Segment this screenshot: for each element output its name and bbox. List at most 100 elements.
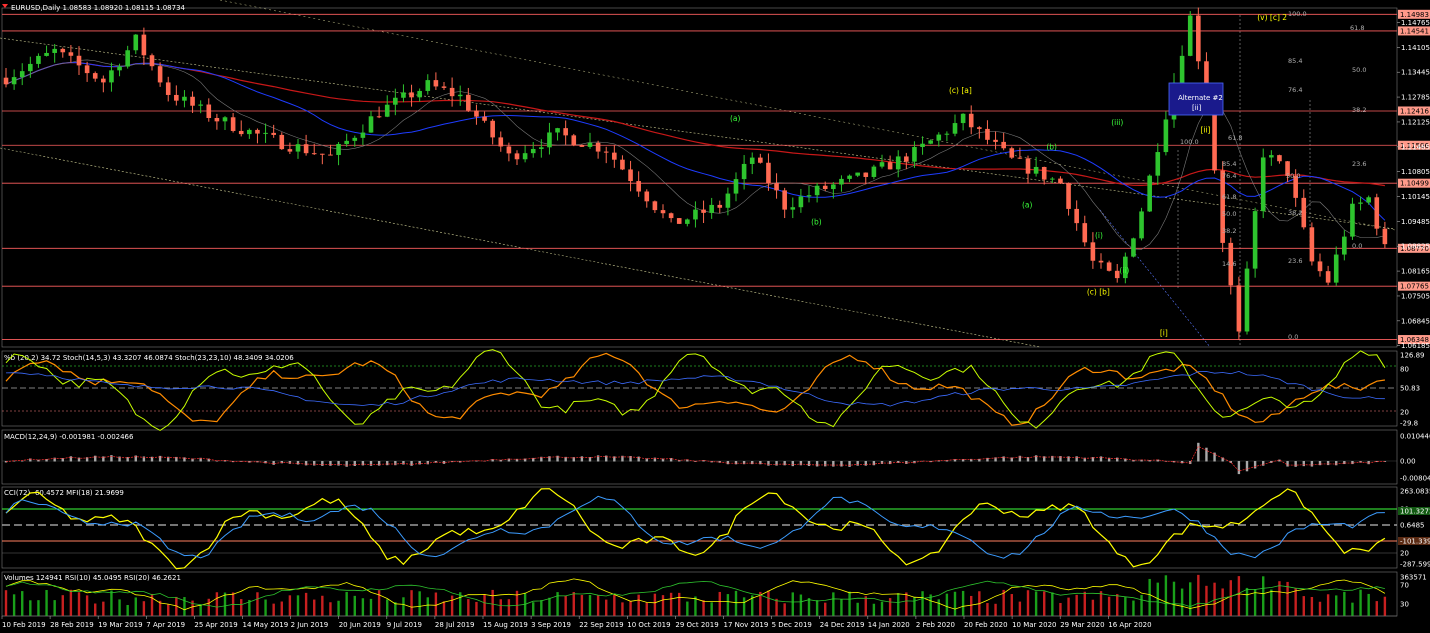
volume-bar: [994, 603, 997, 616]
candle-body: [303, 144, 309, 154]
macd-bar: [410, 461, 413, 466]
candle-body: [895, 156, 901, 170]
chart-window[interactable]: 1.14983 1.14541 1.12416 1.11506 1.10499 1.087…: [0, 0, 1430, 633]
candle-body: [831, 184, 836, 190]
volume-bar: [856, 602, 859, 616]
macd-bar: [726, 461, 730, 465]
macd-bar: [272, 461, 275, 465]
wave-label: (ii): [1119, 266, 1129, 275]
fib-label: 50.0: [1286, 172, 1300, 180]
candle-body: [1277, 155, 1282, 162]
candle-body: [879, 162, 885, 167]
volume-bar: [280, 601, 283, 616]
macd-bar: [337, 461, 340, 466]
macd-bar: [832, 461, 835, 467]
volume-bar: [888, 598, 892, 616]
macd-bar: [288, 461, 292, 464]
candle-body: [1317, 261, 1323, 272]
candle-body: [417, 90, 422, 98]
candle-body: [912, 147, 917, 162]
cci-axis-label: -101.3392: [1400, 538, 1430, 546]
candle-body: [60, 48, 66, 53]
volume-bar: [588, 594, 592, 616]
cci-axis-label: 20: [1400, 550, 1409, 558]
volume-bar: [345, 591, 348, 616]
x-tick-label: 22 Sep 2019: [579, 621, 623, 629]
volume-bar: [321, 595, 324, 616]
x-tick-label: 20 Feb 2020: [964, 621, 1008, 629]
stoch-axis-label: -29.8: [1400, 420, 1418, 428]
menu-arrow-icon[interactable]: [2, 3, 8, 9]
macd-bar: [361, 461, 365, 466]
candle-body: [36, 55, 41, 64]
candle-body: [920, 143, 925, 148]
x-tick-label: 2 Feb 2020: [916, 621, 955, 629]
fib-label: 100.0: [1288, 10, 1307, 18]
volume-bar: [540, 600, 543, 616]
x-tick-label: 7 Apr 2019: [146, 621, 185, 629]
candle-body: [628, 169, 633, 182]
fib-label: 61.8: [1222, 193, 1236, 201]
volume-bar: [85, 595, 89, 616]
candle-body: [904, 156, 909, 162]
candle-body: [944, 133, 950, 135]
candle-body: [1309, 227, 1315, 262]
candle-body: [1050, 178, 1055, 180]
candle-body: [1236, 285, 1242, 332]
candle-body: [968, 113, 974, 128]
macd-bar: [807, 461, 811, 467]
macd-bar: [377, 461, 381, 466]
volume-bar: [110, 590, 113, 616]
candle-body: [279, 134, 285, 150]
wave-label: (v) [c] 2: [1257, 13, 1287, 22]
candle-body: [668, 213, 674, 219]
level-tag: 1.14983: [1400, 11, 1429, 19]
candle-body: [1260, 157, 1266, 212]
candle-body: [814, 185, 820, 196]
volume-bar: [29, 600, 32, 616]
candle-body: [652, 201, 658, 211]
volume-bar: [1375, 601, 1378, 616]
x-tick-label: 19 Mar 2019: [98, 621, 142, 629]
candle-body: [1374, 197, 1380, 229]
macd-bar: [426, 461, 429, 465]
wave-label: [ii]: [1200, 125, 1210, 134]
volume-bar: [564, 595, 567, 616]
candle-body: [3, 77, 9, 85]
candle-body: [425, 80, 431, 91]
candle-body: [336, 143, 341, 155]
candle-body: [190, 96, 195, 106]
chart-canvas[interactable]: 1.149831.145411.124161.115061.104991.087…: [0, 0, 1430, 633]
candle-body: [1196, 15, 1201, 62]
volume-bar: [880, 601, 884, 616]
volume-bar: [215, 592, 219, 616]
candle-body: [352, 137, 358, 141]
volume-bar: [1051, 592, 1054, 616]
candle-body: [1009, 148, 1015, 158]
candle-body: [1325, 271, 1331, 283]
candle-body: [76, 55, 82, 66]
candle-body: [522, 153, 528, 160]
volume-bar: [102, 601, 105, 616]
volume-bar: [629, 601, 632, 616]
volume-bar: [304, 592, 308, 616]
candle-body: [92, 73, 98, 79]
volume-bar: [272, 603, 275, 616]
candle-body: [206, 104, 212, 119]
x-tick-label: 17 Nov 2019: [724, 621, 769, 629]
level-tag: 1.12416: [1400, 107, 1429, 115]
volume-bar: [661, 595, 665, 616]
candle-body: [1187, 15, 1193, 56]
volume-bar: [1148, 578, 1151, 616]
macd-bar: [321, 461, 324, 466]
macd-axis-label: 0.00: [1400, 458, 1416, 466]
volume-bar: [77, 592, 81, 616]
volume-bar: [726, 594, 730, 616]
candle-body: [1179, 55, 1185, 83]
candle-body: [563, 128, 568, 136]
macd-bar: [353, 461, 356, 467]
volume-bar: [4, 590, 8, 616]
macd-bar: [1262, 461, 1265, 466]
candle-body: [466, 94, 471, 111]
volume-bar: [483, 594, 486, 616]
